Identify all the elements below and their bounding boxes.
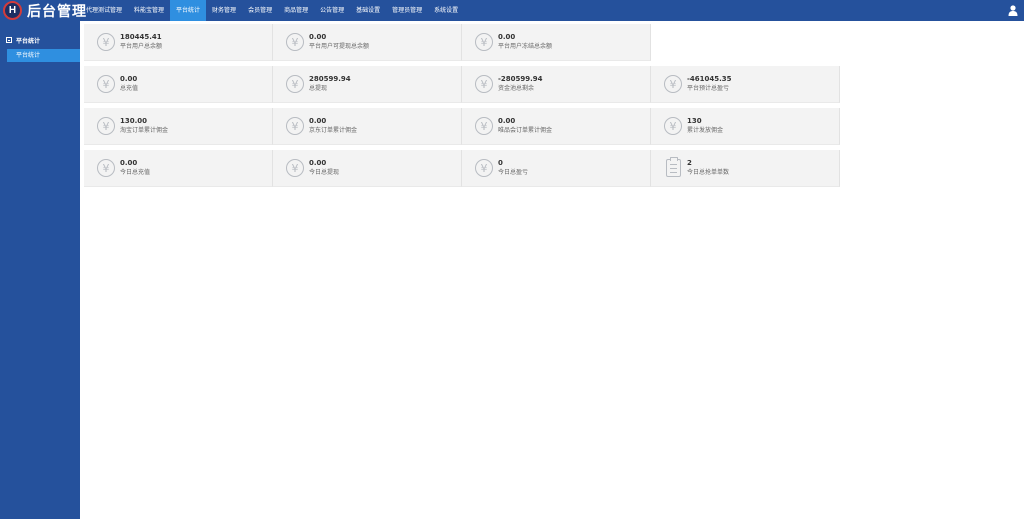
nav-item-admins[interactable]: 管理员管理 (386, 0, 428, 21)
stat-value: 280599.94 (309, 75, 351, 83)
yen-icon: ¥ (475, 33, 493, 51)
stats-row: ¥ 0.00 总充值 ¥ 280599.94 总提现 ¥ -280599.94 … (84, 66, 840, 103)
yen-icon: ¥ (664, 117, 682, 135)
nav-item-announcements[interactable]: 公告管理 (314, 0, 350, 21)
stat-value: 0.00 (498, 33, 516, 41)
nav-item-members[interactable]: 会员管理 (242, 0, 278, 21)
stat-label: 平台预计总盈亏 (687, 85, 730, 92)
stat-card: ¥ -461045.35 平台预计总盈亏 (651, 66, 840, 103)
stat-value: 0.00 (309, 33, 327, 41)
stat-card: ¥ 0.00 唯品会订单累计佣金 (462, 108, 651, 145)
nav-item-agent-test[interactable]: 代理测试管理 (80, 0, 128, 21)
stat-label: 资金池总剩余 (498, 85, 535, 92)
stat-value: 0 (498, 159, 503, 167)
stat-card: ¥ 0 今日总盈亏 (462, 150, 651, 187)
stat-value: 0.00 (309, 117, 327, 125)
stat-label: 今日总盈亏 (498, 169, 529, 176)
stat-card: ¥ 0.00 总充值 (84, 66, 273, 103)
stats-row: ¥ 180445.41 平台用户总余额 ¥ 0.00 平台用户可提现总余额 ¥ … (84, 24, 651, 61)
collapse-icon[interactable] (6, 37, 12, 43)
yen-icon: ¥ (286, 159, 304, 177)
yen-icon: ¥ (664, 75, 682, 93)
yen-icon: ¥ (97, 33, 115, 51)
stat-value: 180445.41 (120, 33, 162, 41)
stat-card: ¥ 130.00 淘宝订单累计佣金 (84, 108, 273, 145)
nav-item-platform-stats[interactable]: 平台统计 (170, 0, 207, 21)
stat-label: 今日总充值 (120, 169, 151, 176)
stat-card: ¥ 0.00 平台用户可提现总余额 (273, 24, 462, 61)
stat-label: 总提现 (309, 85, 328, 92)
nav-item-liaonengbao[interactable]: 料能宝管理 (128, 0, 170, 21)
stats-row: ¥ 0.00 今日总充值 ¥ 0.00 今日总提现 ¥ 0 今日总盈亏 2 今日… (84, 150, 840, 187)
stat-card: 2 今日总抢单单数 (651, 150, 840, 187)
main-nav: 代理测试管理 料能宝管理 平台统计 财务管理 会员管理 商品管理 公告管理 基础… (80, 0, 464, 21)
stat-value: 130.00 (120, 117, 148, 125)
stat-label: 今日总提现 (309, 169, 340, 176)
yen-icon: ¥ (286, 33, 304, 51)
stats-row: ¥ 130.00 淘宝订单累计佣金 ¥ 0.00 京东订单累计佣金 ¥ 0.00… (84, 108, 840, 145)
stat-card: ¥ 180445.41 平台用户总余额 (84, 24, 273, 61)
sidebar-group-platform-stats[interactable]: 平台统计 (0, 33, 80, 47)
stat-value: 0.00 (120, 75, 138, 83)
nav-item-finance[interactable]: 财务管理 (206, 0, 242, 21)
stat-label: 今日总抢单单数 (687, 169, 730, 176)
stat-card: ¥ 0.00 平台用户冻结总余额 (462, 24, 651, 61)
clipboard-icon (666, 157, 681, 177)
nav-item-products[interactable]: 商品管理 (278, 0, 314, 21)
stat-label: 总充值 (120, 85, 139, 92)
nav-item-system-settings[interactable]: 系统设置 (428, 0, 464, 21)
sidebar-item-platform-stats[interactable]: 平台统计 (7, 49, 80, 62)
app-title: 后台管理 (27, 3, 87, 20)
yen-icon: ¥ (97, 159, 115, 177)
yen-icon: ¥ (475, 75, 493, 93)
stat-label: 唯品会订单累计佣金 (498, 127, 553, 134)
stat-label: 淘宝订单累计佣金 (120, 127, 169, 134)
stat-label: 平台用户冻结总余额 (498, 43, 553, 50)
stat-value: 0.00 (120, 159, 138, 167)
yen-icon: ¥ (475, 117, 493, 135)
stat-label: 平台用户可提现总余额 (309, 43, 370, 50)
stat-value: 2 (687, 159, 692, 167)
sidebar: 平台统计 平台统计 (0, 21, 80, 519)
stat-card: ¥ 0.00 今日总提现 (273, 150, 462, 187)
stat-card: ¥ -280599.94 资金池总剩余 (462, 66, 651, 103)
stat-card: ¥ 280599.94 总提现 (273, 66, 462, 103)
stat-card: ¥ 0.00 今日总充值 (84, 150, 273, 187)
stat-card: ¥ 0.00 京东订单累计佣金 (273, 108, 462, 145)
yen-icon: ¥ (97, 117, 115, 135)
stat-value: 0.00 (309, 159, 327, 167)
stat-value: -280599.94 (498, 75, 543, 83)
main-content: ¥ 180445.41 平台用户总余额 ¥ 0.00 平台用户可提现总余额 ¥ … (80, 21, 1024, 519)
user-icon[interactable] (1008, 5, 1018, 16)
top-navbar: H 后台管理 代理测试管理 料能宝管理 平台统计 财务管理 会员管理 商品管理 … (0, 0, 1024, 21)
stat-value: 130 (687, 117, 702, 125)
yen-icon: ¥ (286, 75, 304, 93)
stat-value: -461045.35 (687, 75, 732, 83)
sidebar-group-label: 平台统计 (16, 37, 41, 45)
logo-icon: H (3, 1, 22, 20)
stat-label: 累计发放佣金 (687, 127, 724, 134)
stat-label: 京东订单累计佣金 (309, 127, 358, 134)
nav-item-basic-settings[interactable]: 基础设置 (350, 0, 386, 21)
stat-label: 平台用户总余额 (120, 43, 163, 50)
yen-icon: ¥ (286, 117, 304, 135)
stat-value: 0.00 (498, 117, 516, 125)
yen-icon: ¥ (475, 159, 493, 177)
yen-icon: ¥ (97, 75, 115, 93)
stat-card: ¥ 130 累计发放佣金 (651, 108, 840, 145)
app-logo[interactable]: H 后台管理 (0, 0, 87, 21)
